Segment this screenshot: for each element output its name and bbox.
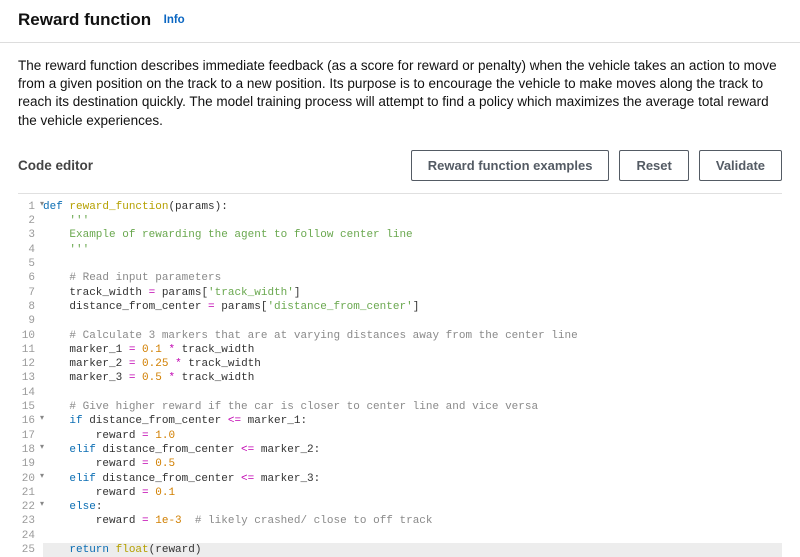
code-line[interactable]: else:: [43, 500, 782, 514]
line-number: 12: [18, 357, 35, 371]
editor-label: Code editor: [18, 158, 401, 173]
line-number: 22: [18, 500, 35, 514]
code-line[interactable]: elif distance_from_center <= marker_2:: [43, 443, 782, 457]
code-line[interactable]: [43, 314, 782, 328]
code-line[interactable]: return float(reward): [43, 543, 782, 557]
line-number: 11: [18, 343, 35, 357]
code-line[interactable]: [43, 529, 782, 543]
line-number: 20: [18, 472, 35, 486]
line-number: 10: [18, 329, 35, 343]
line-number: 23: [18, 514, 35, 528]
line-number: 8: [18, 300, 35, 314]
page-title: Reward function: [18, 10, 151, 30]
line-number: 24: [18, 529, 35, 543]
line-number: 16: [18, 414, 35, 428]
line-number-gutter: 1234567891011121314151617181920212223242…: [18, 200, 43, 557]
line-number: 18: [18, 443, 35, 457]
line-number: 4: [18, 243, 35, 257]
line-number: 25: [18, 543, 35, 557]
line-number: 13: [18, 371, 35, 385]
line-number: 17: [18, 429, 35, 443]
code-line[interactable]: def reward_function(params):: [43, 200, 782, 214]
line-number: 3: [18, 228, 35, 242]
code-line[interactable]: [43, 386, 782, 400]
code-line[interactable]: ''': [43, 243, 782, 257]
code-line[interactable]: reward = 0.5: [43, 457, 782, 471]
section-header: Reward function Info: [0, 0, 800, 43]
code-line[interactable]: reward = 1e-3 # likely crashed/ close to…: [43, 514, 782, 528]
line-number: 19: [18, 457, 35, 471]
line-number: 9: [18, 314, 35, 328]
code-line[interactable]: reward = 1.0: [43, 429, 782, 443]
line-number: 2: [18, 214, 35, 228]
editor-toolbar: Code editor Reward function examples Res…: [0, 140, 800, 185]
line-number: 5: [18, 257, 35, 271]
line-number: 7: [18, 286, 35, 300]
code-line[interactable]: reward = 0.1: [43, 486, 782, 500]
examples-button[interactable]: Reward function examples: [411, 150, 610, 181]
line-number: 14: [18, 386, 35, 400]
reset-button[interactable]: Reset: [619, 150, 688, 181]
line-number: 1: [18, 200, 35, 214]
code-line[interactable]: marker_3 = 0.5 * track_width: [43, 371, 782, 385]
code-line[interactable]: # Read input parameters: [43, 271, 782, 285]
validate-button[interactable]: Validate: [699, 150, 782, 181]
code-line[interactable]: Example of rewarding the agent to follow…: [43, 228, 782, 242]
code-line[interactable]: # Calculate 3 markers that are at varyin…: [43, 329, 782, 343]
code-area[interactable]: def reward_function(params): ''' Example…: [43, 200, 782, 557]
section-description: The reward function describes immediate …: [0, 43, 800, 140]
line-number: 15: [18, 400, 35, 414]
code-line[interactable]: # Give higher reward if the car is close…: [43, 400, 782, 414]
code-line[interactable]: elif distance_from_center <= marker_3:: [43, 472, 782, 486]
code-line[interactable]: marker_1 = 0.1 * track_width: [43, 343, 782, 357]
code-line[interactable]: distance_from_center = params['distance_…: [43, 300, 782, 314]
code-line[interactable]: marker_2 = 0.25 * track_width: [43, 357, 782, 371]
info-link[interactable]: Info: [164, 14, 185, 26]
code-editor[interactable]: 1234567891011121314151617181920212223242…: [18, 193, 782, 557]
line-number: 6: [18, 271, 35, 285]
code-line[interactable]: if distance_from_center <= marker_1:: [43, 414, 782, 428]
code-line[interactable]: [43, 257, 782, 271]
code-line[interactable]: track_width = params['track_width']: [43, 286, 782, 300]
code-line[interactable]: ''': [43, 214, 782, 228]
line-number: 21: [18, 486, 35, 500]
